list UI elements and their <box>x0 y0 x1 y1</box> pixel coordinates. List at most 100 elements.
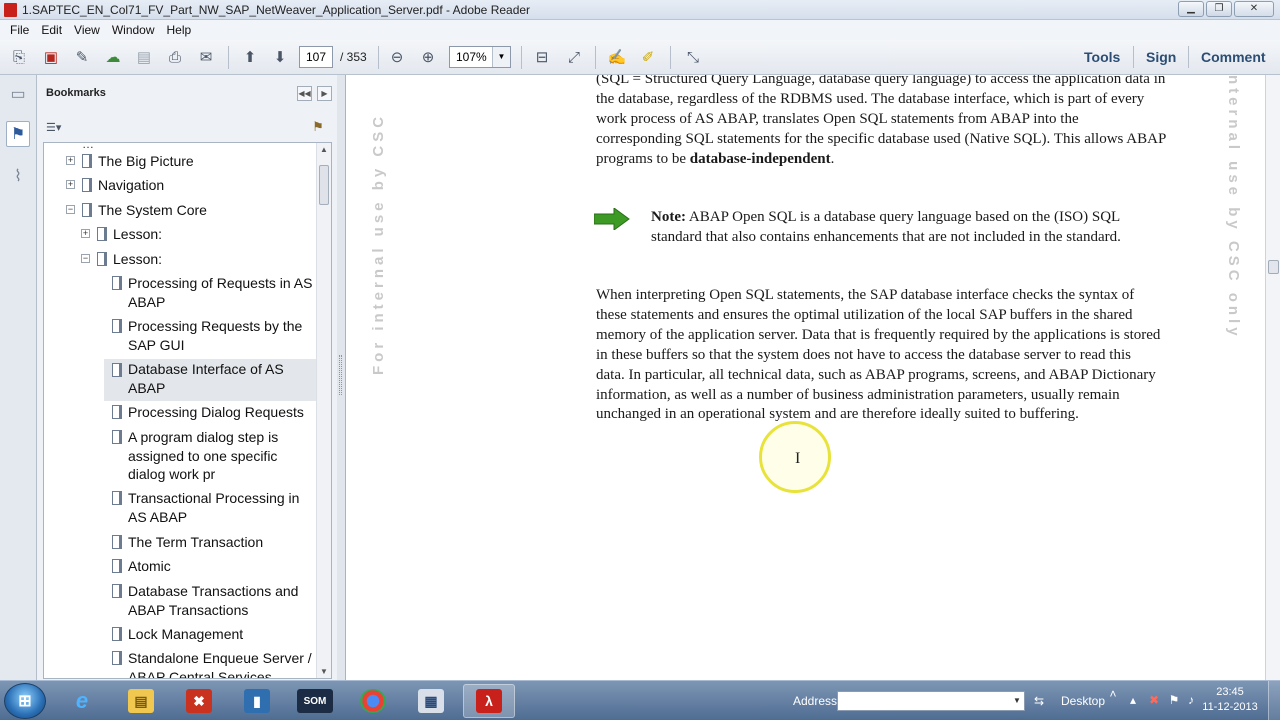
red-app-icon[interactable]: ✖ <box>173 684 225 718</box>
open-pdf-icon[interactable]: ▣ <box>40 47 62 67</box>
notepad-app-icon[interactable]: ▮ <box>231 684 283 718</box>
show-desktop-button[interactable] <box>1268 681 1280 720</box>
note-paragraph: Note: ABAP Open SQL is a database query … <box>651 208 1161 248</box>
zoom-out-icon[interactable]: ⊖ <box>386 47 408 67</box>
address-input[interactable]: ▼ <box>837 691 1025 711</box>
bookmarks-icon[interactable]: ⚑ <box>6 121 30 147</box>
email-icon[interactable]: ✉ <box>195 47 217 67</box>
zoom-select[interactable]: 107% ▼ <box>449 46 511 68</box>
scroll-up-icon[interactable]: ▲ <box>320 145 328 154</box>
bookmark-icon <box>112 430 122 444</box>
options-menu-icon[interactable]: ☰▾ <box>46 121 70 134</box>
close-button[interactable]: ✕ <box>1234 1 1274 17</box>
bookmark-item[interactable]: Lock Management <box>44 625 316 645</box>
save-icon[interactable]: ▤ <box>133 47 155 67</box>
bookmark-item[interactable]: The Term Transaction <box>44 533 316 553</box>
chevron-down-icon[interactable]: ▼ <box>492 47 510 67</box>
bookmark-item[interactable]: − The System Core <box>44 201 316 221</box>
window-controls: ▁ ❐ ✕ <box>1178 1 1274 17</box>
bookmark-item[interactable]: Processing of Requests in AS ABAP <box>44 274 316 314</box>
system-clock[interactable]: 23:45 11-12-2013 <box>1198 685 1262 715</box>
highlight-icon[interactable]: ✐ <box>637 47 659 67</box>
clock-date: 11-12-2013 <box>1202 701 1258 713</box>
expand-toggle-icon[interactable]: + <box>81 229 90 238</box>
bookmark-item[interactable]: Database Transactions and ABAP Transacti… <box>44 582 316 622</box>
network-app-icon[interactable]: ▦ <box>405 684 457 718</box>
bookmark-item[interactable]: − Lesson: <box>44 250 316 270</box>
address-go-icon[interactable]: ⇆ <box>1030 691 1048 711</box>
bookmark-icon <box>112 627 122 641</box>
file-explorer-icon[interactable]: ▤ <box>115 684 167 718</box>
tools-button[interactable]: Tools <box>1084 49 1120 65</box>
expand-toggle-icon[interactable]: + <box>66 156 75 165</box>
bookmark-item[interactable]: Processing Dialog Requests <box>44 403 316 423</box>
show-hidden-icons-icon[interactable]: ▴ <box>1126 693 1140 709</box>
menu-window[interactable]: Window <box>106 23 161 37</box>
edit-pdf-icon[interactable]: ✎ <box>71 47 93 67</box>
bookmark-item[interactable]: A program dialog step is assigned to one… <box>44 428 316 486</box>
expand-toggle-icon[interactable]: + <box>66 180 75 189</box>
sticky-note-icon[interactable]: ✍ <box>606 47 628 67</box>
bookmark-item-selected[interactable]: Database Interface of AS ABAP <box>104 359 316 401</box>
splitter-grip[interactable] <box>339 355 342 395</box>
menu-file[interactable]: File <box>4 23 35 37</box>
bookmarks-tree: … + The Big Picture + Navigation − The S… <box>43 142 332 679</box>
panel-splitter[interactable] <box>337 75 345 680</box>
comment-button[interactable]: Comment <box>1201 49 1266 65</box>
collapse-toggle-icon[interactable]: − <box>81 254 90 263</box>
bookmark-icon <box>112 276 122 290</box>
internet-explorer-icon[interactable]: e <box>56 684 108 718</box>
chevron-up-icon[interactable]: ˄ <box>1106 687 1120 703</box>
scrollbar-thumb[interactable] <box>1268 260 1279 274</box>
create-pdf-icon[interactable]: ⎘ <box>8 47 30 67</box>
sign-button[interactable]: Sign <box>1146 49 1176 65</box>
volume-icon[interactable]: ♪ <box>1184 693 1198 709</box>
previous-page-icon[interactable]: ⬆ <box>239 47 261 67</box>
scroll-down-icon[interactable]: ▼ <box>320 667 328 676</box>
menu-edit[interactable]: Edit <box>35 23 68 37</box>
expand-bookmark-icon[interactable]: ⚑ <box>309 119 327 137</box>
bookmark-item[interactable]: + The Big Picture <box>44 152 316 172</box>
menu-view[interactable]: View <box>68 23 106 37</box>
collapse-toggle-icon[interactable]: − <box>66 205 75 214</box>
bookmark-label: Lock Management <box>128 626 244 642</box>
bookmark-item[interactable]: + Lesson: <box>44 225 316 245</box>
page-number-input[interactable]: 107 <box>299 46 333 68</box>
next-page-icon[interactable]: ⬇ <box>269 47 291 67</box>
flag-icon[interactable]: ⚑ <box>1167 693 1181 709</box>
paragraph-end: . <box>830 150 835 167</box>
start-button[interactable]: ⊞ <box>4 683 46 719</box>
menu-help[interactable]: Help <box>161 23 198 37</box>
fit-page-icon[interactable]: ⊟ <box>531 47 553 67</box>
som-app-icon[interactable]: SOM <box>289 684 341 718</box>
chrome-icon[interactable]: ◉ <box>347 684 399 718</box>
maximize-button[interactable]: ❐ <box>1206 1 1232 17</box>
bookmark-item[interactable]: + Navigation <box>44 176 316 196</box>
desktop-toolbar-label[interactable]: Desktop <box>1061 694 1105 708</box>
page-thumbnails-icon[interactable]: ▭ <box>6 81 30 107</box>
chevron-down-icon[interactable]: ▼ <box>1010 692 1024 710</box>
collapse-panel-button[interactable]: ◀◀ <box>297 86 312 101</box>
fit-width-icon[interactable]: ⤢ <box>563 47 585 67</box>
adobe-reader-taskbar-icon[interactable]: λ <box>463 684 515 718</box>
expand-panel-button[interactable]: ▶ <box>317 86 332 101</box>
bookmark-label: The Term Transaction <box>128 534 264 550</box>
bookmark-label: Standalone Enqueue Server / ABAP Central… <box>128 650 312 679</box>
zoom-in-icon[interactable]: ⊕ <box>417 47 439 67</box>
bookmark-item[interactable]: Processing Requests by the SAP GUI <box>44 317 316 357</box>
bookmark-item[interactable]: Atomic <box>44 557 316 577</box>
scrollbar-thumb[interactable] <box>319 165 329 205</box>
bookmarks-scrollbar[interactable]: ▲ ▼ <box>316 143 331 678</box>
network-warning-icon[interactable]: ✖ <box>1147 693 1161 709</box>
full-screen-icon[interactable]: ⤡ <box>682 47 704 67</box>
minimize-button[interactable]: ▁ <box>1178 1 1204 17</box>
bookmark-item[interactable]: Transactional Processing in AS ABAP <box>44 489 316 529</box>
bookmark-label: Navigation <box>98 177 165 193</box>
print-icon[interactable]: ⎙ <box>164 47 186 67</box>
attachments-icon[interactable]: ⌇ <box>6 163 30 189</box>
document-view[interactable]: For internal use by CSC nternal use by C… <box>345 75 1265 680</box>
toolbar-separator <box>228 46 229 69</box>
bookmark-item[interactable]: Standalone Enqueue Server / ABAP Central… <box>44 649 316 679</box>
document-scrollbar[interactable] <box>1265 75 1280 680</box>
cloud-upload-icon[interactable]: ☁ <box>102 47 124 67</box>
